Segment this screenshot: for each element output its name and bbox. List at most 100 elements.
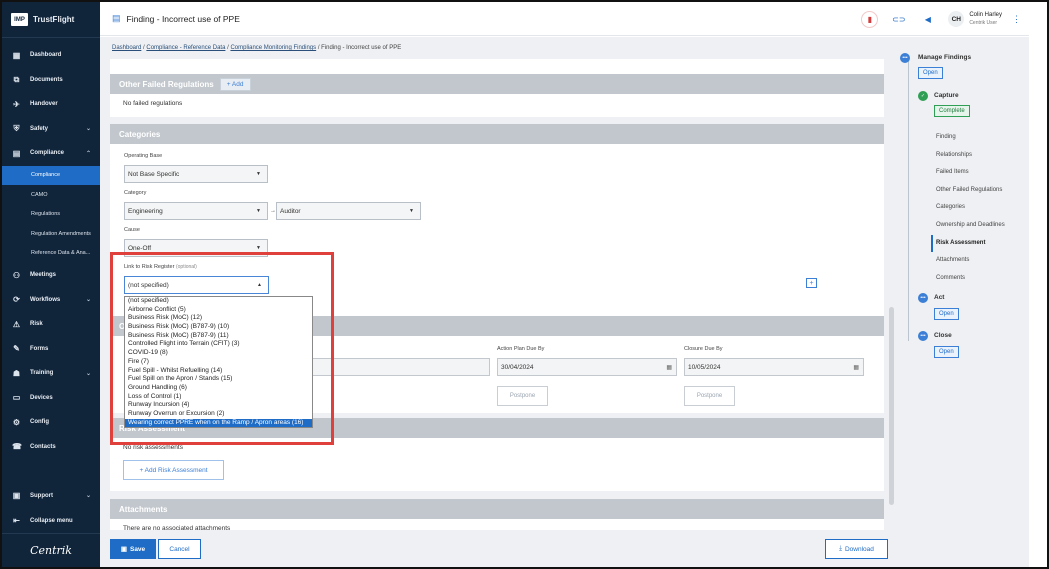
page-title: Finding - Incorrect use of PPE [126,13,240,24]
sidebar-item-risk[interactable]: ⚠ Risk [2,312,100,337]
sidebar-item-safety[interactable]: ⛨ Safety ⌄ [2,117,100,142]
dropdown-option[interactable]: Business Risk (MoC) (12) [125,314,312,323]
add-regulation-button[interactable]: + Add [219,77,251,91]
breadcrumb-compliance-reference-data[interactable]: Compliance - Reference Data [146,45,225,51]
risk-register-select[interactable]: (not specified) ▲ [124,276,269,294]
substep-ownership-deadlines[interactable]: Ownership and Deadlines [936,217,1026,235]
postpone-action-plan-button[interactable]: Postpone [497,386,548,406]
chevron-down-icon: ⌄ [85,370,91,377]
sidebar-item-dashboard[interactable]: ▦ Dashboard [2,43,100,68]
dropdown-option[interactable]: (not specified) [125,297,312,306]
substep-risk-assessment[interactable]: Risk Assessment [931,234,1026,253]
substep-failed-items[interactable]: Failed Items [936,164,1026,182]
subcategory-select[interactable]: Auditor ▼ [276,202,421,220]
capture-step: Capture [934,92,959,99]
handover-icon: ✈ [13,99,20,109]
substep-attachments[interactable]: Attachments [936,252,1026,270]
chevron-down-icon: ▼ [256,171,261,177]
breadcrumb-dashboard[interactable]: Dashboard [112,45,141,51]
flag-icon[interactable]: ▮ [861,10,879,28]
dropdown-option[interactable]: Business Risk (MoC) (B787-9) (11) [125,332,312,341]
category-select[interactable]: Engineering ▼ [124,202,268,220]
dropdown-option[interactable]: COVID-19 (8) [125,349,312,358]
cause-select[interactable]: One-Off ▼ [124,239,268,257]
action-plan-date[interactable]: 30/04/2024 ▦ [497,358,677,376]
add-risk-assessment-button[interactable]: + Add Risk Assessment [123,460,224,480]
save-button[interactable]: ▣ Save [110,539,156,559]
no-attachments: There are no associated attachments [123,525,231,530]
sidebar-subitem-camo[interactable]: CAMO [2,185,100,205]
workflow-panel: ••• Manage Findings Open ✓ Capture Compl… [896,37,1029,567]
postpone-closure-button[interactable]: Postpone [684,386,735,406]
sidebar-item-support[interactable]: ▣ Support ⌄ [2,483,100,508]
dropdown-option[interactable]: Fire (7) [125,358,312,367]
dropdown-option[interactable]: Fuel Spill on the Apron / Stands (15) [125,375,312,384]
sidebar-nav: ▦ Dashboard ⧉ Documents ✈ Handover ⛨ Safety ⌄… [2,38,100,459]
breadcrumb-current: Finding - Incorrect use of PPE [321,45,402,51]
collapse-icon: ⇤ [13,516,20,525]
closure-date[interactable]: 10/05/2024 ▦ [684,358,864,376]
sidebar-item-contacts[interactable]: ☎ Contacts [2,435,100,460]
brand[interactable]: IMP TrustFlight [2,2,100,38]
dropdown-option[interactable]: Business Risk (MoC) (B787-9) (10) [125,323,312,332]
workflow-timeline-line [908,61,909,341]
brand-name: TrustFlight [33,15,75,24]
dropdown-option[interactable]: Fuel Spill - Whilst Refuelling (14) [125,367,312,376]
chevron-down-icon: ⌄ [85,126,91,133]
dropdown-option[interactable]: Ground Handling (6) [125,384,312,393]
sidebar-item-compliance[interactable]: ▤ Compliance ⌃ [2,141,100,166]
substep-relationships[interactable]: Relationships [936,147,1026,165]
cancel-button[interactable]: Cancel [158,539,201,559]
link-icon[interactable]: ⊂⊃ [890,11,907,28]
risk-icon: ⚠ [12,319,21,329]
sidebar-item-training[interactable]: ☗ Training ⌄ [2,361,100,386]
link-risk-register-text: Link to Risk Register [124,264,175,270]
owner-field[interactable] [310,358,490,376]
operating-base-select[interactable]: Not Base Specific ▼ [124,165,268,183]
compliance-icon: ▤ [12,148,21,158]
risk-assessment-card: Risk Assessment No risk assessments + Ad… [110,418,884,491]
form-scroll-area: Other Failed Regulations + Add No failed… [110,59,884,530]
sidebar-item-workflows[interactable]: ⟳ Workflows ⌄ [2,288,100,313]
dropdown-option[interactable]: Runway Overrun or Excursion (2) [125,410,312,419]
avatar[interactable]: CH [948,11,965,27]
add-link-button[interactable]: + [806,278,817,288]
sidebar-item-documents[interactable]: ⧉ Documents [2,68,100,93]
user-info[interactable]: Colin Harley Centrik User [969,11,1002,27]
download-button[interactable]: ⤓ Download [825,539,888,559]
sidebar-subitem-regulation-amendments[interactable]: Regulation Amendments [2,224,100,244]
dropdown-option[interactable]: Runway Incursion (4) [125,401,312,410]
substep-other-failed-regulations[interactable]: Other Failed Regulations [936,182,1026,200]
chevron-down-icon: ▼ [256,208,261,214]
dropdown-option[interactable]: Controlled Flight into Terrain (CFIT) (3… [125,340,312,349]
substep-finding[interactable]: Finding [936,129,1026,147]
dropdown-option[interactable]: Loss of Control (1) [125,393,312,402]
substep-categories[interactable]: Categories [936,199,1026,217]
collapse-menu-label: Collapse menu [30,517,73,524]
scrollbar[interactable] [889,307,894,505]
sidebar-item-meetings[interactable]: ⚇ Meetings [2,263,100,288]
meetings-icon: ⚇ [12,270,21,280]
substep-comments[interactable]: Comments [936,270,1026,288]
collapse-menu-button[interactable]: ⇤ Collapse menu [2,508,100,533]
sidebar-item-label: Handover [30,101,58,108]
top-header: ▤ Finding - Incorrect use of PPE ▮ ⊂⊃ ◀ … [100,2,1029,36]
sidebar-item-devices[interactable]: ▭ Devices [2,386,100,411]
sidebar-subitem-compliance[interactable]: Compliance [2,165,100,185]
sidebar-subitem-reference-data[interactable]: Reference Data & Ana... [2,244,100,264]
dropdown-option-highlighted[interactable]: Wearing correct PPRE when on the Ramp / … [125,418,312,428]
risk-register-dropdown[interactable]: (not specified) Airborne Conflict (5) Bu… [124,296,313,429]
sidebar-item-label: Risk [30,321,43,328]
document-icon: ▤ [112,13,121,23]
breadcrumb-separator: / [317,45,320,51]
chevron-down-icon: ▼ [256,245,261,251]
dropdown-option[interactable]: Airborne Conflict (5) [125,306,312,315]
sidebar-item-forms[interactable]: ✎ Forms [2,337,100,362]
sidebar-item-config[interactable]: ⚙ Config [2,410,100,435]
more-options-icon[interactable]: ⋮ [1012,14,1021,25]
sidebar-item-label: Dashboard [30,52,62,59]
sidebar-subitem-regulations[interactable]: Regulations [2,205,100,225]
breadcrumb-compliance-monitoring-findings[interactable]: Compliance Monitoring Findings [230,45,316,51]
sidebar-item-handover[interactable]: ✈ Handover [2,92,100,117]
megaphone-icon[interactable]: ◀ [919,11,936,28]
